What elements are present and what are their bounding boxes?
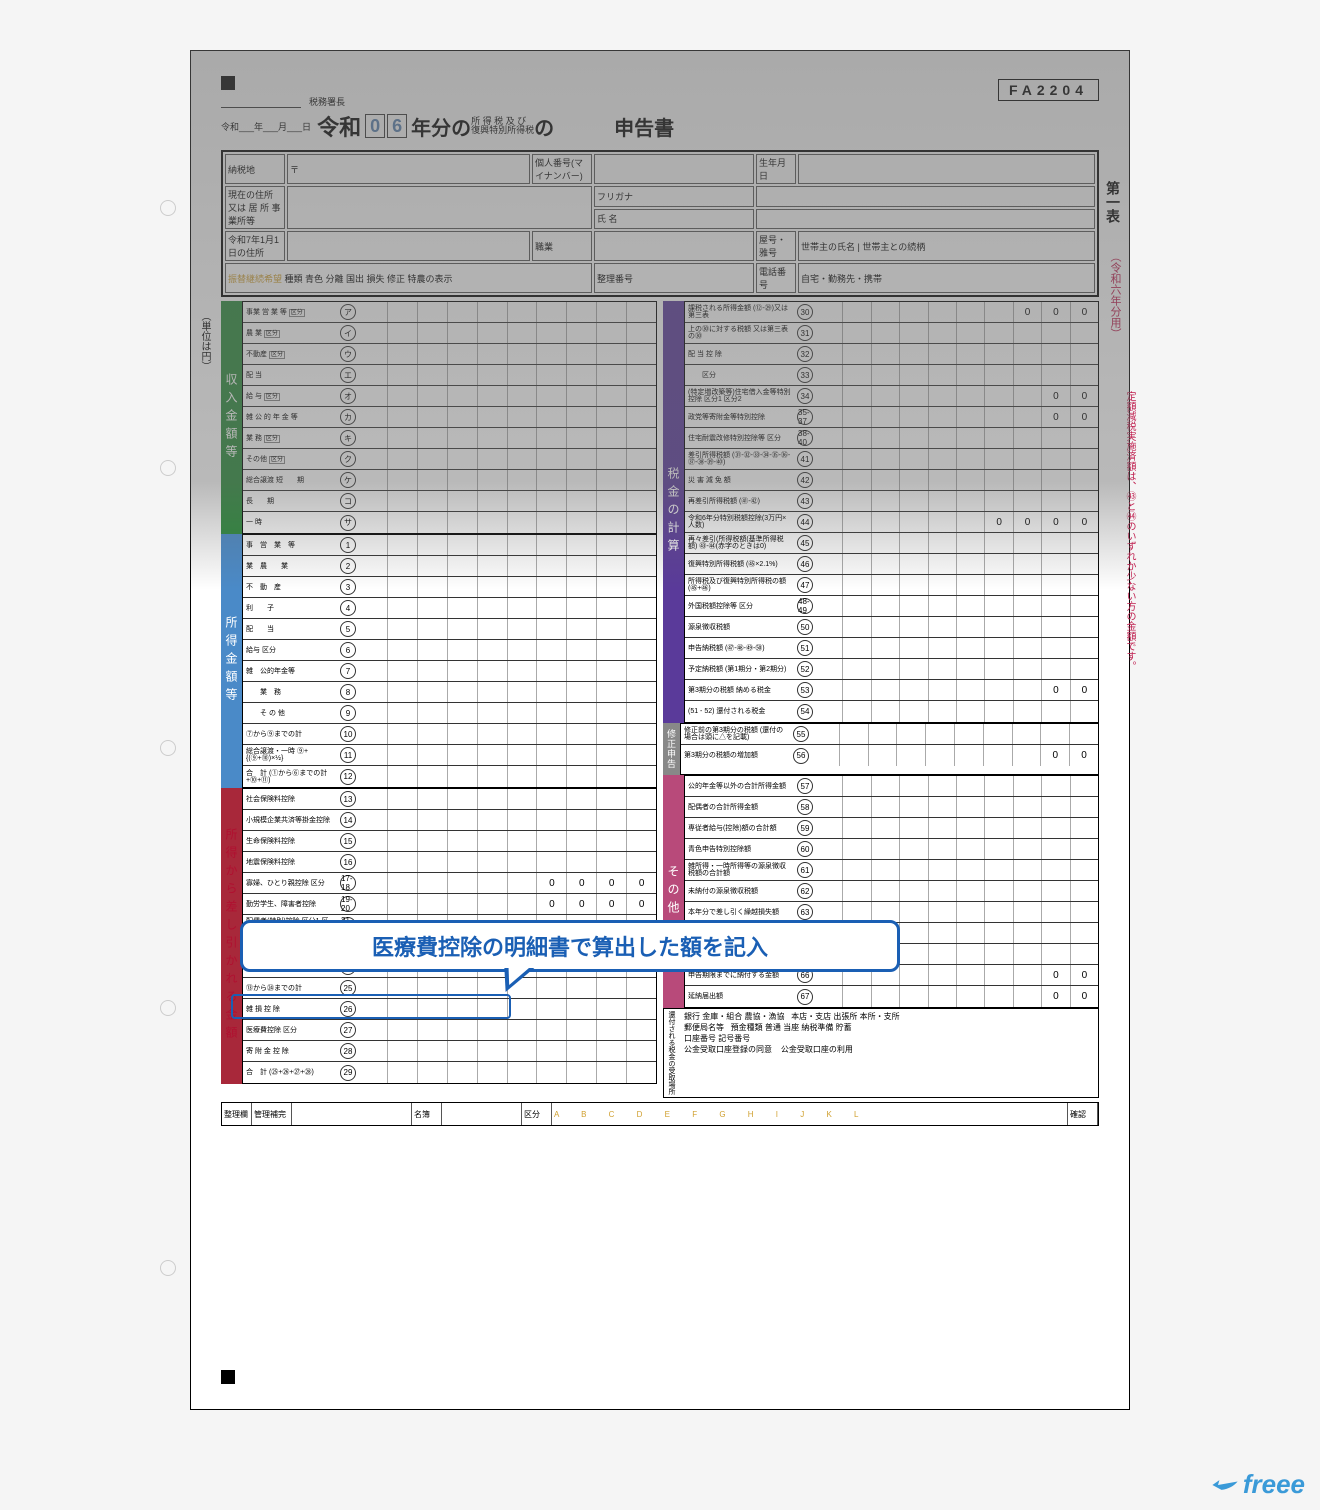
form-row: 専従者給与(控除)額の合計額59 <box>685 818 1098 839</box>
form-row: 地震保険料控除16 <box>243 852 656 873</box>
bottom-admin-row: 整理欄 管理補完 名簿 区分 A B C D E F G H I J K L 確… <box>221 1102 1099 1126</box>
form-row: 上の㉚に対する税額 又は第三表の㉚31 <box>685 323 1098 344</box>
form-row: 給 与 区分オ <box>243 386 656 407</box>
form-row: 寡婦、ひとり親控除 区分17-180000 <box>243 873 656 894</box>
other-rows: 公的年金等以外の合計所得金額57配偶者の合計所得金額58専従者給与(控除)額の合… <box>684 775 1099 1008</box>
align-marker-bl <box>221 1370 235 1384</box>
form-row: 未納付の源泉徴収税額62 <box>685 881 1098 902</box>
form-row: 第3期分の税額の増加額5600 <box>681 745 1098 766</box>
income-amount-rows: 事業 営 業 等 区分ア農 業 区分イ不動産 区分ウ配 当エ給 与 区分オ雑 公… <box>242 301 657 534</box>
form-row: 区分33 <box>685 365 1098 386</box>
form-row: 課税される所得金額 (⑫-㉙)又は第三表30000 <box>685 302 1098 323</box>
form-row: その他 区分ク <box>243 449 656 470</box>
form-row: 配 当5 <box>243 619 656 640</box>
freee-logo: freee <box>1211 1469 1305 1500</box>
form-row: 業 農 業2 <box>243 556 656 577</box>
unit-label: （単位は円） <box>197 311 212 371</box>
tax-office-blank <box>221 95 301 108</box>
form-row: 令和6年分特別税額控除(3万円×人数)440000 <box>685 512 1098 533</box>
form-code: FA2204 <box>998 79 1099 101</box>
form-row: 生命保険料控除15 <box>243 831 656 852</box>
form-row: 予定納税額 (第1期分・第2期分)52 <box>685 659 1098 680</box>
form-row: 寄 附 金 控 除28 <box>243 1041 656 1062</box>
form-row: 合 計 (㉕+㉖+㉗+㉘)29 <box>243 1062 656 1083</box>
form-row: 青色申告特別控除額60 <box>685 839 1098 860</box>
section-tax: 税金の計算 <box>663 301 684 723</box>
form-row: 再差引所得税額 (㊶-㊷)43 <box>685 491 1098 512</box>
form-row: 業 務 区分キ <box>243 428 656 449</box>
form-row: 勤労学生、障害者控除19-200000 <box>243 894 656 915</box>
form-row: 雑所得・一時所得等の源泉徴収税額の合計額61 <box>685 860 1098 881</box>
form-row: 長 期コ <box>243 491 656 512</box>
form-row: 公的年金等以外の合計所得金額57 <box>685 776 1098 797</box>
section-deductions: 所得から差し引かれる金額 <box>221 788 242 1084</box>
form-row: 申告納税額 (㊼-㊽-㊾-㊿)51 <box>685 638 1098 659</box>
section-other: その他 <box>663 775 684 1008</box>
form-row: 再々差引(所得税額(基準所得税額) ㊸-㊹(赤字のときは0)45 <box>685 533 1098 554</box>
form-row: 政党等寄附金等特別控除35-3700 <box>685 407 1098 428</box>
table-number: 第一表 <box>1103 181 1123 223</box>
form-row: (51 - 52) 還付される税金54 <box>685 701 1098 722</box>
form-row: 事 営 業 等1 <box>243 535 656 556</box>
form-row: 社会保険料控除13 <box>243 789 656 810</box>
form-row: 外国税額控除等 区分48-49 <box>685 596 1098 617</box>
form-row: そ の 他9 <box>243 703 656 724</box>
section-income: 所得金額等 <box>221 534 242 788</box>
form-row: 雑 公的年金等7 <box>243 661 656 682</box>
form-row: 総合譲渡・一時 ⑨+{(⑨+⑩)×½}11 <box>243 745 656 766</box>
form-row: 所得税及び復興特別所得税の額 (㊺+㊻)47 <box>685 575 1098 596</box>
align-marker-tl <box>221 76 235 90</box>
year-boxes: 0 6 <box>365 114 407 138</box>
callout-bubble: 医療費控除の明細書で算出した額を記入 <box>240 920 900 972</box>
form-row: (特定増改築等)住宅借入金等特別控除 区分1 区分23400 <box>685 386 1098 407</box>
form-row: 小規模企業共済等掛金控除14 <box>243 810 656 831</box>
section-income-amount: 収入金額等 <box>221 301 242 534</box>
form-row: 業 務8 <box>243 682 656 703</box>
form-row: 農 業 区分イ <box>243 323 656 344</box>
form-row: 医療費控除 区分27 <box>243 1020 656 1041</box>
side-note: 定額減税実施済額は、㊸と㊹のいずれか少ない方の金額です。 <box>1122 391 1137 671</box>
tax-return-form: FA2204 税務署長 令和___年___月___日 令和 0 6 年分の 所 … <box>190 50 1130 1410</box>
correction-rows: 修正前の第3期分の税額 (還付の場合は頭に△を記載)55第3期分の税額の増加額5… <box>680 723 1099 775</box>
form-row: 復興特別所得税額 (㊺×2.1%)46 <box>685 554 1098 575</box>
form-row: 住宅耐震改修特別控除等 区分38-40 <box>685 428 1098 449</box>
form-row: 災 害 減 免 額42 <box>685 470 1098 491</box>
form-title: 令和___年___月___日 令和 0 6 年分の 所 得 税 及 び復興特別所… <box>221 110 1099 142</box>
form-row: 配 当エ <box>243 365 656 386</box>
refund-block: 還付される税金の受取場所 銀行 金庫・組合 農協・漁協 本店・支店 出張所 本所… <box>663 1008 1099 1098</box>
form-row: 利 子4 <box>243 598 656 619</box>
medical-deduction-highlight <box>231 994 511 1019</box>
bird-icon <box>1211 1474 1239 1496</box>
form-row: 配 当 控 除32 <box>685 344 1098 365</box>
income-rows: 事 営 業 等1業 農 業2不 動 産3利 子4配 当5給与 区分6雑 公的年金… <box>242 534 657 788</box>
form-row: 延納届出額6700 <box>685 986 1098 1007</box>
form-row: 第3期分の税額 納める税金5300 <box>685 680 1098 701</box>
form-row: 不 動 産3 <box>243 577 656 598</box>
form-row: 源泉徴収税額50 <box>685 617 1098 638</box>
form-row: 差引所得税額 (㉛-㉜-㉝-㉞-㉟-㊱-㊲-㊳-㊴-㊵)41 <box>685 449 1098 470</box>
identity-block: 納税地〒個人番号(マイナンバー)生年月日 現在の住所 又は 居 所 事業所等フリ… <box>221 150 1099 297</box>
form-row: 事業 営 業 等 区分ア <box>243 302 656 323</box>
form-row: 給与 区分6 <box>243 640 656 661</box>
form-row: 雑 公 的 年 金 等カ <box>243 407 656 428</box>
form-row: 修正前の第3期分の税額 (還付の場合は頭に△を記載)55 <box>681 724 1098 745</box>
form-row: 不動産 区分ウ <box>243 344 656 365</box>
tax-rows: 課税される所得金額 (⑫-㉙)又は第三表30000上の㉚に対する税額 又は第三表… <box>684 301 1099 723</box>
form-row: 総合譲渡 短 期ケ <box>243 470 656 491</box>
form-row: ⑦から⑨までの計10 <box>243 724 656 745</box>
section-correction: 修正申告 <box>663 723 680 775</box>
tax-office-suffix: 税務署長 <box>309 95 345 108</box>
form-row: 配偶者の合計所得金額58 <box>685 797 1098 818</box>
form-row: 一 時サ <box>243 512 656 533</box>
year-use: （令和六年分用） <box>1107 251 1123 339</box>
form-row: 合 計 (①から⑥までの計+⑩+⑪)12 <box>243 766 656 787</box>
